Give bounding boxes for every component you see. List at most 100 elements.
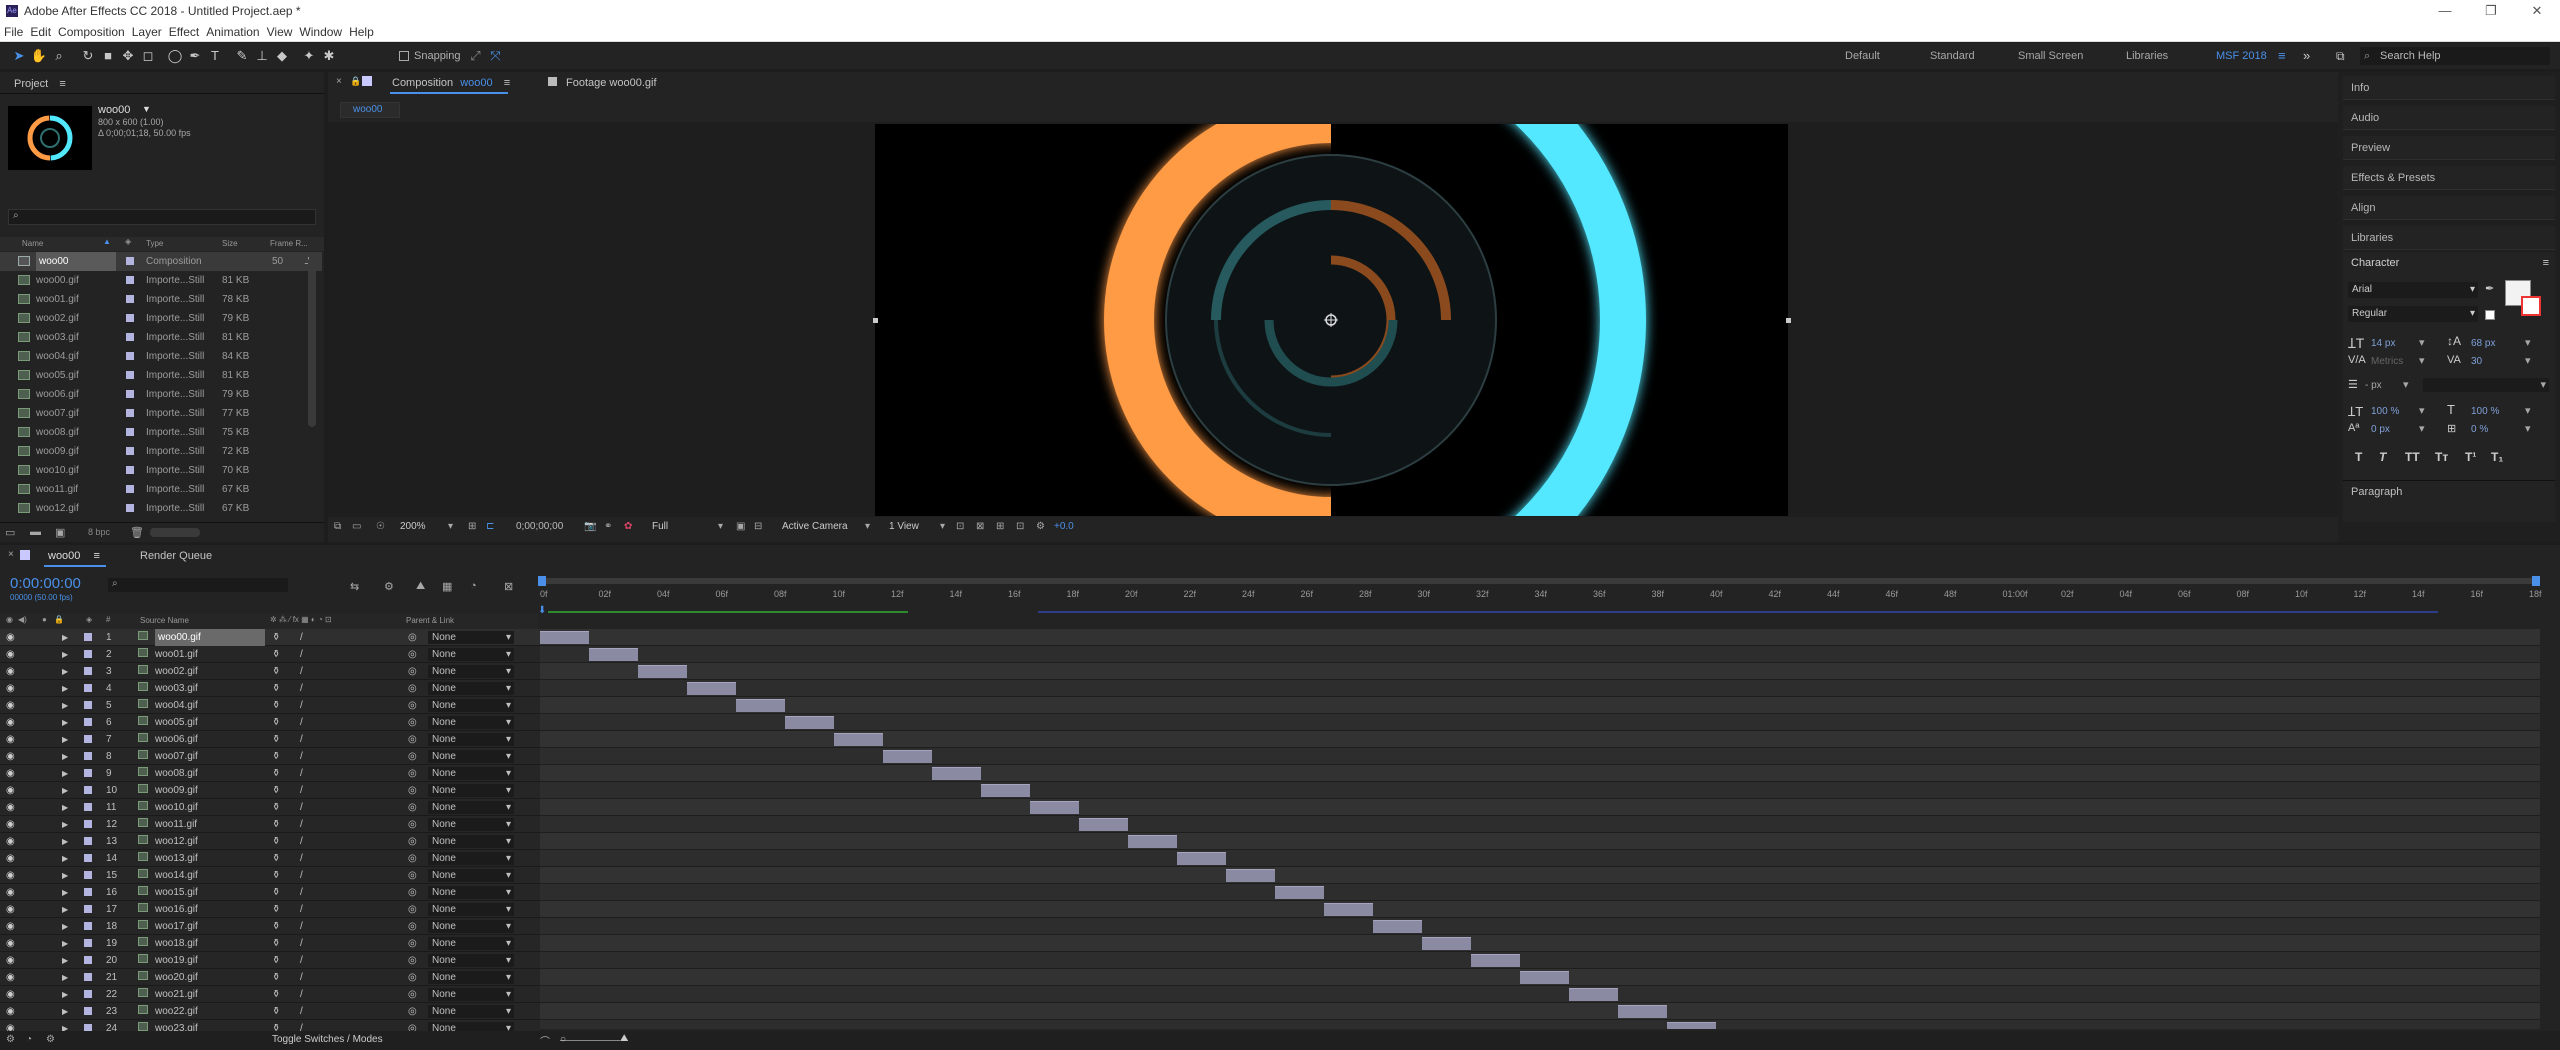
layer-row[interactable]: ◉ ▶ 13 woo12.gif ⚱ / ◎ None ▾ xyxy=(0,833,540,850)
menu-file[interactable]: File xyxy=(4,25,23,39)
camera-dropdown-icon[interactable]: ▾ xyxy=(865,521,870,532)
parent-select[interactable]: None ▾ xyxy=(428,954,514,967)
label-swatch[interactable] xyxy=(84,922,92,930)
project-item[interactable]: woo02.gif Importe...Still 79 KB xyxy=(0,309,322,328)
shy-switch-icon[interactable]: ⚱ xyxy=(272,969,280,986)
shy-switch-icon[interactable]: ⚱ xyxy=(272,799,280,816)
label-swatch[interactable] xyxy=(84,990,92,998)
shy-switch-icon[interactable]: ⚱ xyxy=(272,629,280,646)
menu-edit[interactable]: Edit xyxy=(30,25,51,39)
font-style-select[interactable]: Regular ▾ xyxy=(2348,306,2478,322)
label-swatch[interactable] xyxy=(84,667,92,675)
tab-timeline-comp[interactable]: woo00 ≡ xyxy=(48,547,100,565)
comp-mini-flowchart-icon[interactable]: ⇆ xyxy=(350,580,359,593)
dropdown-icon[interactable]: ▾ xyxy=(2419,336,2425,349)
workspace-libraries[interactable]: Libraries xyxy=(2126,43,2168,69)
quality-switch-icon[interactable]: / xyxy=(300,1003,303,1020)
layer-name[interactable]: woo00.gif xyxy=(155,629,265,646)
layer-duration-bar[interactable] xyxy=(834,733,883,746)
preview-dropdown-icon[interactable]: ▼ xyxy=(142,104,151,114)
puppet-tool-icon[interactable]: ✱ xyxy=(320,47,338,65)
layer-name[interactable]: woo16.gif xyxy=(155,901,198,918)
ellipse-tool-icon[interactable]: ◯ xyxy=(166,47,184,65)
workspace-standard[interactable]: Standard xyxy=(1930,43,1975,69)
toggle-switches-modes[interactable]: Toggle Switches / Modes xyxy=(272,1034,383,1045)
col-size[interactable]: Size xyxy=(222,239,238,248)
parent-select[interactable]: None ▾ xyxy=(428,648,514,661)
tab-render-queue[interactable]: Render Queue xyxy=(140,547,212,565)
shy-switch-icon[interactable]: ⚱ xyxy=(272,646,280,663)
parent-select[interactable]: None ▾ xyxy=(428,665,514,678)
sort-asc-icon[interactable]: ▲ xyxy=(103,237,111,246)
parent-select[interactable]: None ▾ xyxy=(428,852,514,865)
expand-arrow-icon[interactable]: ▶ xyxy=(62,697,68,714)
layer-duration-bar[interactable] xyxy=(1471,954,1520,967)
label-swatch[interactable] xyxy=(126,295,134,303)
kerning-value[interactable]: Metrics xyxy=(2371,356,2403,367)
expand-arrow-icon[interactable]: ▶ xyxy=(62,1003,68,1020)
camera-tool-icon[interactable]: ■ xyxy=(99,47,117,65)
layer-duration-bar[interactable] xyxy=(638,665,687,678)
shy-layers-icon[interactable]: ⛰ xyxy=(416,580,425,593)
workspace-overflow-icon[interactable]: » xyxy=(2303,43,2310,69)
project-item[interactable]: woo03.gif Importe...Still 81 KB xyxy=(0,328,322,347)
quality-switch-icon[interactable]: / xyxy=(300,782,303,799)
layer-row[interactable]: ◉ ▶ 15 woo14.gif ⚱ / ◎ None ▾ xyxy=(0,867,540,884)
rotate-tool-icon[interactable]: ↻ xyxy=(79,47,97,65)
exposure-value[interactable]: +0.0 xyxy=(1054,521,1074,532)
eye-icon[interactable]: ◉ xyxy=(6,697,15,714)
layer-row[interactable]: ◉ ▶ 9 woo08.gif ⚱ / ◎ None ▾ xyxy=(0,765,540,782)
layer-name[interactable]: woo07.gif xyxy=(155,748,198,765)
parent-select[interactable]: None ▾ xyxy=(428,784,514,797)
eye-icon[interactable]: ◉ xyxy=(6,663,15,680)
label-swatch[interactable] xyxy=(126,314,134,322)
pick-whip-icon[interactable]: ◎ xyxy=(408,1003,417,1020)
expand-arrow-icon[interactable]: ▶ xyxy=(62,663,68,680)
vertical-scale-value[interactable]: 100 % xyxy=(2371,406,2399,417)
pick-whip-icon[interactable]: ◎ xyxy=(408,697,417,714)
project-item[interactable]: woo07.gif Importe...Still 77 KB xyxy=(0,404,322,423)
layer-name[interactable]: woo22.gif xyxy=(155,1003,198,1020)
layer-row[interactable]: ◉ ▶ 3 woo02.gif ⚱ / ◎ None ▾ xyxy=(0,663,540,680)
small-caps-button[interactable]: Tт xyxy=(2435,450,2448,464)
eye-icon[interactable]: ◉ xyxy=(6,765,15,782)
label-swatch[interactable] xyxy=(126,276,134,284)
label-swatch[interactable] xyxy=(126,428,134,436)
shy-switch-icon[interactable]: ⚱ xyxy=(272,1003,280,1020)
label-swatch[interactable] xyxy=(84,752,92,760)
label-col-icon[interactable]: ◈ xyxy=(125,237,131,246)
dropdown-icon[interactable]: ▾ xyxy=(2403,378,2409,391)
project-scrollbar[interactable] xyxy=(308,257,316,427)
roto-brush-tool-icon[interactable]: ✦ xyxy=(300,47,318,65)
layer-row[interactable]: ◉ ▶ 6 woo05.gif ⚱ / ◎ None ▾ xyxy=(0,714,540,731)
menu-layer[interactable]: Layer xyxy=(132,25,162,39)
expand-arrow-icon[interactable]: ▶ xyxy=(62,731,68,748)
bounding-handle-left[interactable] xyxy=(873,318,878,323)
quality-switch-icon[interactable]: / xyxy=(300,850,303,867)
close-button[interactable]: ✕ xyxy=(2514,0,2560,22)
pick-whip-icon[interactable]: ◎ xyxy=(408,782,417,799)
zoom-in-icon[interactable]: ⛰ xyxy=(620,1033,628,1044)
project-item[interactable]: woo08.gif Importe...Still 75 KB xyxy=(0,423,322,442)
source-name-header[interactable]: Source Name xyxy=(140,616,189,625)
pen-tool-icon[interactable]: ✒ xyxy=(186,47,204,65)
expand-arrow-icon[interactable]: ▶ xyxy=(62,867,68,884)
parent-select[interactable]: None ▾ xyxy=(428,971,514,984)
label-swatch[interactable] xyxy=(84,905,92,913)
stroke-mode-select[interactable]: ▾ xyxy=(2423,378,2549,392)
eye-icon[interactable]: ◉ xyxy=(6,986,15,1003)
quality-switch-icon[interactable]: / xyxy=(300,935,303,952)
layer-row[interactable]: ◉ ▶ 8 woo07.gif ⚱ / ◎ None ▾ xyxy=(0,748,540,765)
zoom-slider[interactable] xyxy=(560,1040,620,1041)
eye-icon[interactable]: ◉ xyxy=(6,833,15,850)
label-swatch[interactable] xyxy=(84,973,92,981)
panel-audio[interactable]: Audio xyxy=(2343,106,2555,130)
expand-arrow-icon[interactable]: ▶ xyxy=(62,850,68,867)
dropdown-icon[interactable]: ▾ xyxy=(2525,336,2531,349)
paragraph-panel-header[interactable]: Paragraph xyxy=(2343,480,2555,502)
eye-icon[interactable]: ◉ xyxy=(6,799,15,816)
quality-switch-icon[interactable]: / xyxy=(300,816,303,833)
region-of-interest-icon[interactable]: ⊏ xyxy=(486,521,494,532)
in-out-icon[interactable]: ⚙ xyxy=(46,1034,55,1045)
layer-name[interactable]: woo20.gif xyxy=(155,969,198,986)
